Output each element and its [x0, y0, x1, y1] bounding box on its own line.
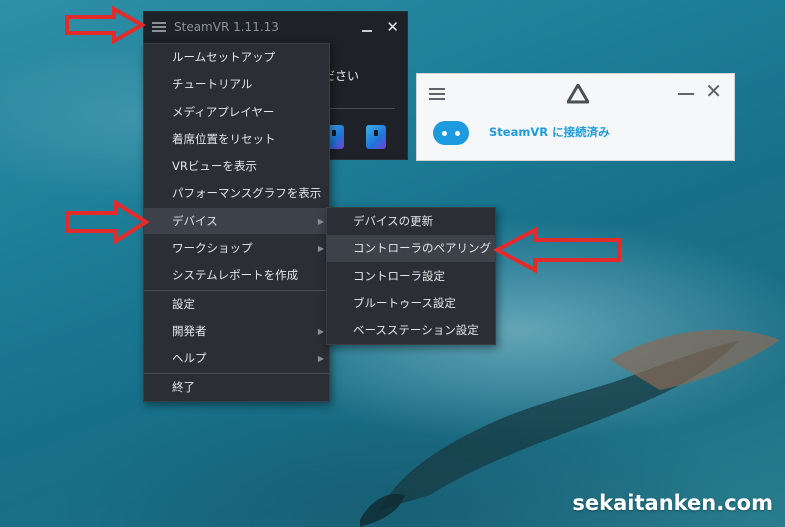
menu-item-media-player[interactable]: メディアプレイヤー	[144, 99, 329, 126]
menu-item-exit[interactable]: 終了	[144, 374, 329, 401]
connection-status: SteamVR に接続済み	[489, 125, 610, 139]
menu-item-performance-graph[interactable]: パフォーマンスグラフを表示	[144, 180, 329, 208]
submenu-item-controller-settings[interactable]: コントローラ設定	[327, 263, 495, 290]
steamvr-titlebar: SteamVR 1.11.13 ✕	[144, 12, 407, 42]
close-button[interactable]: ✕	[386, 18, 399, 36]
connection-panel: ✕ SteamVR に接続済み	[416, 73, 735, 161]
menu-item-help[interactable]: ヘルプ ▶	[144, 345, 329, 373]
minimize-button[interactable]	[362, 30, 373, 32]
chevron-right-icon: ▶	[317, 354, 324, 364]
hamburger-menu-icon[interactable]	[429, 88, 445, 100]
main-menu: ルームセットアップ チュートリアル メディアプレイヤー 着席位置をリセット VR…	[143, 43, 330, 402]
close-button[interactable]: ✕	[705, 81, 722, 101]
menu-item-system-report[interactable]: システムレポートを作成	[144, 262, 329, 290]
headset-icon	[433, 121, 469, 145]
menu-item-developer[interactable]: 開発者 ▶	[144, 318, 329, 346]
submenu-item-base-station-settings[interactable]: ベースステーション設定	[327, 317, 495, 345]
window-title: SteamVR 1.11.13	[174, 20, 279, 34]
minimize-button[interactable]	[678, 93, 694, 95]
submenu-item-pair-controller[interactable]: コントローラのペアリング	[327, 235, 495, 263]
chevron-right-icon: ▶	[317, 326, 324, 336]
menu-item-devices[interactable]: デバイス ▶	[144, 207, 329, 236]
annotation-arrow-icon	[65, 6, 146, 44]
menu-item-settings[interactable]: 設定	[144, 291, 329, 318]
chevron-right-icon: ▶	[317, 216, 324, 226]
watermark: sekaitanken.com	[572, 491, 773, 515]
vive-logo-icon	[567, 84, 589, 104]
divider	[324, 108, 395, 109]
menu-item-room-setup[interactable]: ルームセットアップ	[144, 44, 329, 72]
menu-item-reset-seated[interactable]: 着席位置をリセット	[144, 126, 329, 154]
devices-submenu: デバイスの更新 コントローラのペアリング コントローラ設定 ブルートゥース設定 …	[326, 207, 496, 346]
chevron-right-icon: ▶	[317, 244, 324, 254]
menu-item-tutorial[interactable]: チュートリアル	[144, 71, 329, 99]
menu-item-workshop[interactable]: ワークショップ ▶	[144, 235, 329, 263]
controller-device-icon[interactable]	[366, 125, 386, 149]
annotation-arrow-icon	[493, 226, 621, 274]
submenu-item-bluetooth-settings[interactable]: ブルートゥース設定	[327, 290, 495, 318]
hamburger-menu-icon[interactable]	[152, 22, 166, 32]
annotation-arrow-icon	[65, 200, 150, 244]
submenu-item-update-devices[interactable]: デバイスの更新	[327, 208, 495, 236]
menu-item-vr-view[interactable]: VRビューを表示	[144, 153, 329, 181]
